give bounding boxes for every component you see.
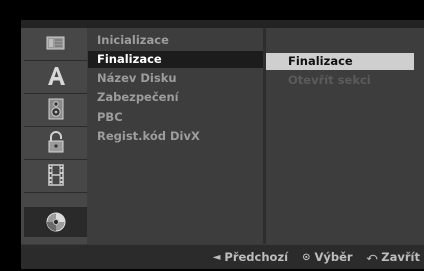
film-icon	[47, 164, 64, 186]
menu-item-nazev-disku[interactable]: Název Disku	[88, 70, 263, 87]
sidebar-item-lock[interactable]	[24, 127, 87, 157]
disc-list-icon	[46, 36, 64, 50]
disc-icon	[46, 212, 65, 232]
menu-top-bar	[21, 20, 424, 28]
lock-icon	[48, 131, 63, 153]
speaker-icon	[48, 98, 63, 120]
left-arrow-icon: ◄	[212, 251, 221, 263]
sidebar-divider	[24, 192, 87, 193]
footer-prev-label: Předchozí	[224, 250, 289, 264]
sidebar-item-recording[interactable]	[24, 160, 87, 190]
menu-item-inicializace[interactable]: Inicializace	[88, 32, 263, 49]
submenu-item-finalizace[interactable]: Finalizace	[266, 53, 414, 70]
enter-circle-icon: ⊙	[302, 251, 311, 263]
letter-a-icon	[47, 67, 65, 85]
menu-item-regist-kod-divx[interactable]: Regist.kód DivX	[88, 128, 263, 145]
footer-close-hint[interactable]: ⤺ Zavřít	[367, 250, 420, 264]
menu-item-finalizace[interactable]: Finalizace	[88, 51, 263, 68]
footer-close-label: Zavřít	[381, 250, 420, 264]
sidebar-item-audio[interactable]	[24, 94, 87, 124]
footer-prev-hint[interactable]: ◄ Předchozí	[213, 250, 288, 264]
sidebar-item-disc[interactable]	[24, 207, 87, 237]
screen: Inicializace Finalizace Název Disku Zabe…	[0, 0, 424, 271]
submenu-item-otevrit-sekci: Otevřít sekci	[288, 73, 371, 87]
footer-select-label: Výběr	[314, 250, 353, 264]
return-icon: ⤺	[366, 251, 378, 263]
menu-item-pbc[interactable]: PBC	[88, 109, 263, 126]
sidebar-item-general[interactable]	[24, 28, 87, 58]
sidebar-item-language[interactable]	[24, 61, 87, 91]
footer-hints: ◄ Předchozí ⊙ Výběr ⤺ Zavřít	[0, 245, 420, 269]
menu-item-zabezpeceni[interactable]: Zabezpečení	[88, 89, 263, 106]
footer-select-hint[interactable]: ⊙ Výběr	[302, 250, 353, 264]
